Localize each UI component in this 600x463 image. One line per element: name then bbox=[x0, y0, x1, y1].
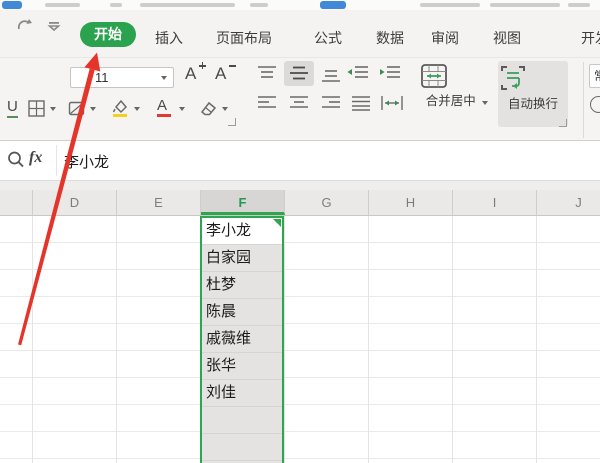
align-top-icon[interactable] bbox=[256, 65, 278, 81]
selected-column-F[interactable]: 李小龙白家园杜梦陈晨戚薇维张华刘佳 bbox=[200, 216, 284, 463]
titlebar-tab-chip bbox=[320, 1, 346, 9]
cell-F2[interactable]: 白家园 bbox=[202, 245, 282, 272]
increase-indent-icon[interactable] bbox=[378, 65, 402, 81]
minus-icon bbox=[229, 65, 236, 67]
titlebar-text-blur bbox=[250, 3, 268, 7]
number-format-combo[interactable]: 常 bbox=[589, 64, 600, 88]
plus-icon bbox=[202, 62, 204, 69]
redo-icon[interactable] bbox=[16, 18, 34, 34]
grid-vline bbox=[32, 216, 33, 463]
formula-bar-divider bbox=[56, 145, 57, 176]
tab-review[interactable]: 审阅 bbox=[431, 28, 459, 48]
grid-vline bbox=[284, 216, 285, 463]
grid-vline bbox=[116, 216, 117, 463]
titlebar-text-blur bbox=[110, 3, 122, 7]
titlebar-text-blur bbox=[490, 3, 560, 7]
wrap-text-icon bbox=[498, 63, 568, 93]
column-header-J[interactable]: J bbox=[537, 190, 600, 215]
ribbon-home: 11 A A U bbox=[0, 57, 600, 141]
column-header-H[interactable]: H bbox=[369, 190, 453, 215]
grid-vline bbox=[452, 216, 453, 463]
tab-developer[interactable]: 开发工 bbox=[581, 28, 600, 48]
tab-page-layout[interactable]: 页面布局 bbox=[216, 28, 272, 48]
cell-F9[interactable] bbox=[202, 434, 282, 461]
decrease-indent-icon[interactable] bbox=[346, 65, 370, 81]
ribbon-divider bbox=[583, 62, 584, 138]
red-color-bar bbox=[157, 114, 171, 117]
align-middle-button[interactable] bbox=[284, 61, 314, 86]
font-color-button[interactable]: A bbox=[157, 98, 171, 122]
column-headers: DEFGHIJ bbox=[0, 190, 600, 216]
titlebar-text-blur bbox=[45, 3, 80, 7]
column-header-D[interactable]: D bbox=[33, 190, 117, 215]
titlebar-text-blur bbox=[568, 3, 590, 7]
titlebar-remnant bbox=[0, 0, 600, 10]
formula-grid-gap bbox=[0, 181, 600, 190]
underline-button[interactable]: U bbox=[7, 98, 18, 122]
chevron-down-icon[interactable] bbox=[50, 107, 56, 111]
titlebar-text-blur bbox=[420, 3, 480, 7]
font-dialog-launcher-icon[interactable] bbox=[228, 118, 236, 126]
cell-F1[interactable]: 李小龙 bbox=[202, 218, 282, 245]
eraser-icon bbox=[198, 99, 218, 117]
diagonal-cell-icon bbox=[68, 100, 85, 117]
cell-F4[interactable]: 陈晨 bbox=[202, 299, 282, 326]
borders-button[interactable] bbox=[28, 100, 45, 124]
grid-vline bbox=[368, 216, 369, 463]
font-size-combo[interactable]: 11 bbox=[70, 67, 174, 88]
tab-data[interactable]: 数据 bbox=[376, 28, 404, 48]
align-right-icon[interactable] bbox=[320, 95, 342, 111]
shrink-font-button[interactable]: A bbox=[215, 64, 226, 84]
align-center-icon[interactable] bbox=[288, 95, 310, 111]
alignment-dialog-launcher-icon[interactable] bbox=[559, 119, 567, 127]
distribute-text-icon[interactable] bbox=[380, 95, 404, 111]
cell-F3[interactable]: 杜梦 bbox=[202, 272, 282, 299]
cell-style-button[interactable] bbox=[68, 100, 85, 124]
font-size-value: 11 bbox=[95, 70, 109, 85]
tab-view[interactable]: 视图 bbox=[493, 28, 521, 48]
fx-button[interactable]: fx bbox=[29, 149, 42, 167]
wrap-text-button[interactable]: 自动换行 bbox=[498, 61, 568, 127]
formula-bar: fx 李小龙 bbox=[0, 141, 600, 181]
titlebar-text-blur bbox=[140, 3, 235, 7]
paint-bucket-icon bbox=[110, 98, 130, 118]
merge-center-icon bbox=[420, 63, 494, 89]
fill-color-button[interactable] bbox=[110, 98, 130, 122]
column-header-I[interactable]: I bbox=[453, 190, 537, 215]
grid-vline bbox=[536, 216, 537, 463]
eraser-button[interactable] bbox=[198, 99, 218, 123]
chevron-down-icon bbox=[482, 101, 488, 105]
chevron-down-icon[interactable] bbox=[90, 107, 96, 111]
align-left-icon[interactable] bbox=[256, 95, 278, 111]
formula-input[interactable]: 李小龙 bbox=[64, 151, 109, 172]
collapse-ribbon-icon[interactable] bbox=[47, 21, 61, 32]
spreadsheet-grid[interactable]: 李小龙白家园杜梦陈晨戚薇维张华刘佳 bbox=[0, 216, 600, 463]
merge-center-button[interactable]: 合并居中 bbox=[420, 63, 494, 121]
titlebar-tab-chip bbox=[2, 1, 22, 9]
column-header-E[interactable]: E bbox=[117, 190, 201, 215]
cell-F6[interactable]: 张华 bbox=[202, 353, 282, 380]
magnifier-icon[interactable] bbox=[6, 150, 26, 170]
cell-F8[interactable] bbox=[202, 407, 282, 434]
tab-insert[interactable]: 插入 bbox=[155, 28, 183, 48]
chevron-down-icon[interactable] bbox=[134, 107, 140, 111]
cell-F5[interactable]: 戚薇维 bbox=[202, 326, 282, 353]
column-header-partial[interactable] bbox=[0, 190, 33, 215]
justify-icon[interactable] bbox=[350, 95, 372, 111]
chevron-down-icon[interactable] bbox=[179, 107, 185, 111]
tab-home[interactable]: 开始 bbox=[80, 22, 136, 47]
currency-format-icon[interactable] bbox=[590, 96, 600, 113]
column-header-G[interactable]: G bbox=[285, 190, 369, 215]
align-bottom-icon[interactable] bbox=[320, 67, 342, 83]
chevron-down-icon bbox=[161, 76, 167, 80]
borders-grid-icon bbox=[28, 100, 45, 117]
flash-fill-flag-icon bbox=[273, 219, 281, 227]
ribbon-tab-bar: 开始插入 页面布局 公式 数据 审阅 视图 开发工 bbox=[0, 10, 600, 57]
tab-formulas[interactable]: 公式 bbox=[314, 28, 342, 48]
grow-font-button[interactable]: A bbox=[185, 64, 196, 84]
column-header-F[interactable]: F bbox=[201, 190, 285, 215]
cell-F7[interactable]: 刘佳 bbox=[202, 380, 282, 407]
chevron-down-icon[interactable] bbox=[222, 107, 228, 111]
